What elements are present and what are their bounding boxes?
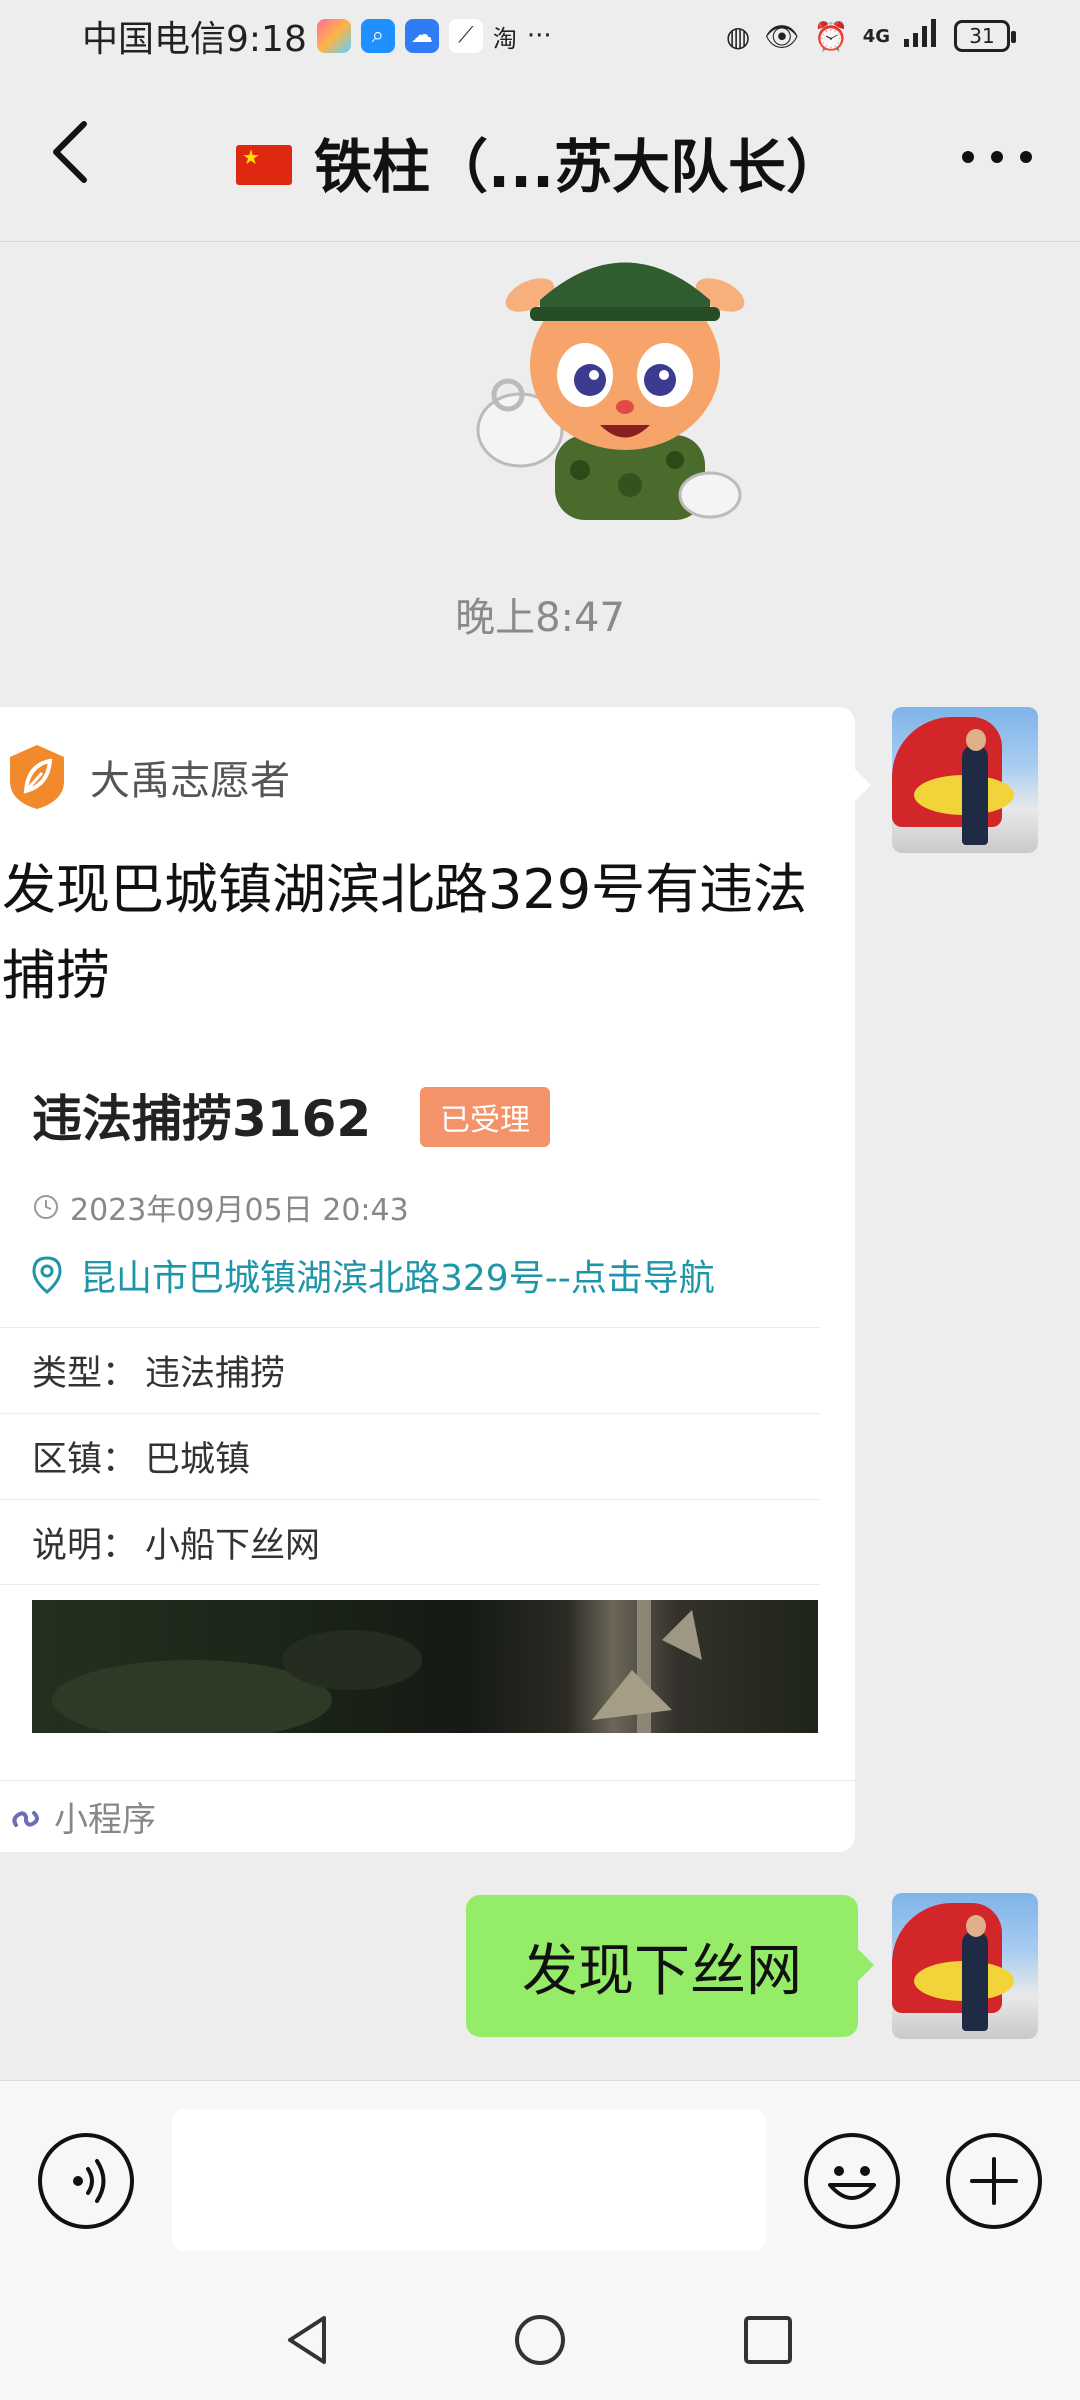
mini-program-card[interactable]: 大禹志愿者 发现巴城镇湖滨北路329号有违法捕捞 违法捕捞3162 已受理 20…: [0, 707, 871, 1852]
avatar-person: [962, 745, 988, 845]
navigate-link[interactable]: 昆山市巴城镇湖滨北路329号--点击导航: [32, 1249, 715, 1301]
info-value: 小船下丝网: [145, 1525, 321, 1566]
nav-back-button[interactable]: [280, 2312, 336, 2368]
info-value: 巴城镇: [145, 1440, 251, 1480]
message-timestamp: 晚上8:47: [455, 595, 625, 641]
mini-program-footer: 小程序: [0, 1780, 855, 1852]
avatar-head: [966, 729, 986, 751]
avatar-head: [966, 1915, 986, 1937]
more-functions-button[interactable]: [946, 2133, 1042, 2229]
message-input[interactable]: [172, 2109, 766, 2251]
evidence-photo: [32, 1600, 818, 1733]
card-source-name: 大禹志愿者: [90, 758, 290, 804]
more-options-button[interactable]: [962, 142, 1032, 172]
card-source: 大禹志愿者: [6, 743, 290, 811]
my-avatar[interactable]: [892, 1893, 1038, 2039]
location-pin-icon: [32, 1256, 62, 1294]
status-badge: 已受理: [420, 1087, 550, 1147]
sent-message-text: 发现下丝网: [522, 1938, 802, 2004]
info-label: 类型：: [32, 1354, 138, 1394]
info-label: 说明：: [32, 1525, 138, 1566]
dot: [991, 151, 1003, 163]
voice-input-button[interactable]: [38, 2133, 134, 2229]
network-label: 4G: [862, 25, 890, 47]
status-bar: 中国电信9:18 ⌕ ☁ ⟋ 淘 ··· ◍ 👁 ⏰ 4G 31: [0, 0, 1080, 72]
system-navigation-bar: [0, 2270, 1080, 2400]
alarm-icon: ⏰: [813, 19, 849, 53]
dot: [962, 151, 974, 163]
case-title: 违法捕捞3162: [32, 1090, 372, 1148]
nav-home-button[interactable]: [512, 2312, 568, 2368]
sticker-message[interactable]: [460, 245, 780, 520]
input-bar: [0, 2080, 1080, 2270]
plus-icon: [970, 2157, 1018, 2205]
voice-icon: [73, 2159, 106, 2203]
smiley-icon: [828, 2166, 876, 2200]
clock-icon: [34, 1195, 58, 1219]
night-boat-photo: [52, 1600, 702, 1733]
battery-icon: 31: [954, 20, 1016, 52]
nav-recents-button[interactable]: [742, 2314, 794, 2366]
info-row-district: 区镇： 巴城镇: [0, 1413, 820, 1499]
location-text: 昆山市巴城镇湖滨北路329号--点击导航: [80, 1258, 715, 1299]
taobao-icon: 淘: [492, 24, 517, 53]
carrier-time: 中国电信9:18: [82, 19, 307, 60]
app-notification-icon: [316, 19, 351, 53]
mini-program-label: 小程序: [54, 1800, 156, 1840]
weather-app-icon: ☁: [404, 19, 439, 53]
emoji-button[interactable]: [804, 2133, 900, 2229]
card-headline: 发现巴城镇湖滨北路329号有违法捕捞: [2, 858, 808, 1007]
avatar-person: [962, 1931, 988, 2031]
info-row-description: 说明： 小船下丝网: [0, 1499, 820, 1585]
chat-title-text: 铁柱（...苏大队长）: [313, 133, 845, 201]
cartoon-deer-sticker-image: [476, 262, 745, 520]
sent-message-bubble[interactable]: 发现下丝网: [466, 1895, 874, 2037]
info-value: 违法捕捞: [145, 1354, 286, 1394]
china-flag-icon: [235, 144, 292, 185]
my-avatar[interactable]: [892, 707, 1038, 853]
link-app-icon: ⟋: [448, 19, 483, 53]
hd-icon: ◍: [725, 19, 751, 53]
more-notifications-icon: ···: [526, 21, 552, 51]
leaf-logo-icon: [10, 745, 64, 809]
mini-program-icon: [12, 1810, 39, 1827]
info-label: 区镇：: [32, 1440, 138, 1480]
signal-icon: [904, 18, 940, 54]
info-row-type: 类型： 违法捕捞: [0, 1327, 820, 1413]
dot: [1020, 151, 1032, 163]
search-app-icon: ⌕: [360, 19, 395, 53]
chat-header: 铁柱（...苏大队长）: [0, 72, 1080, 242]
eye-icon: 👁: [764, 19, 800, 53]
case-datetime-text: 2023年09月05日 20:43: [70, 1193, 409, 1228]
case-datetime: 2023年09月05日 20:43: [32, 1185, 409, 1229]
page-title: 铁柱（...苏大队长）: [0, 120, 1080, 204]
